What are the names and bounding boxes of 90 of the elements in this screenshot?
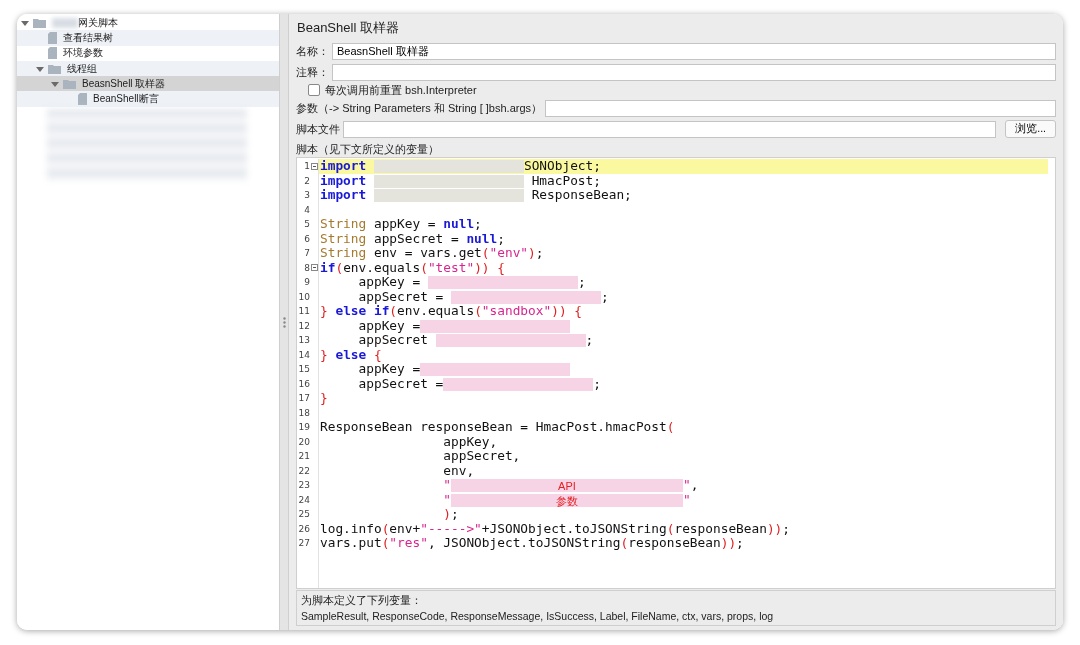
script-label: 脚本（见下文所定义的变量） xyxy=(296,142,440,157)
line-number: 9 xyxy=(304,276,310,289)
tree-item[interactable]: 线程组 xyxy=(17,60,279,77)
checkbox-label: 每次调用前重置 bsh.Interpreter xyxy=(325,82,477,98)
redaction-blur: 参数 xyxy=(451,493,683,507)
document-icon xyxy=(48,31,57,44)
code-line: if(env.equals("test")) { xyxy=(319,260,506,275)
line-number: 1 xyxy=(304,160,310,173)
code-line: appKey, xyxy=(443,434,498,449)
comment-field[interactable] xyxy=(332,63,1056,81)
code-line: String appKey = null; xyxy=(319,217,483,232)
folder-icon xyxy=(48,63,61,74)
script-file-field[interactable] xyxy=(343,120,997,138)
checkbox[interactable] xyxy=(308,84,320,96)
fold-icon[interactable] xyxy=(311,162,318,170)
tree-item[interactable]: 网关脚本 xyxy=(17,15,279,31)
line-number: 19 xyxy=(298,421,310,434)
code-line: appSecret, xyxy=(442,449,522,464)
code-line: ResponseBean responseBean = HmacPost.hmacPost( xyxy=(319,420,676,435)
code-line: " API ", xyxy=(442,478,700,493)
line-number: 22 xyxy=(298,464,310,478)
code-line: ); xyxy=(442,507,460,522)
parameters-field[interactable] xyxy=(545,99,1056,117)
code-line: vars.put("res", JSONObject.toJSONString(responseBean)); xyxy=(319,536,744,551)
line-number: 26 xyxy=(298,522,310,536)
line-number: 11 xyxy=(298,305,310,318)
line-number: 13 xyxy=(298,334,310,347)
code-line: appKey = xyxy=(319,362,1048,377)
tree-item[interactable]: 查看结果树 xyxy=(17,30,279,46)
field-label: 脚本文件 xyxy=(296,121,340,137)
tree-label: BeanShell断言 xyxy=(93,92,159,107)
line-number: 12 xyxy=(298,319,310,333)
document-icon xyxy=(48,47,57,60)
code-line: " 参数 " xyxy=(442,492,692,507)
line-number: 24 xyxy=(298,493,310,507)
code-line: appSecret = ; xyxy=(357,376,602,391)
tree-item[interactable]: BeanShell断言 xyxy=(17,91,279,107)
code-line: env, xyxy=(442,463,475,478)
tree-item[interactable]: BeasnShell 取样器 xyxy=(17,76,279,92)
tree-item[interactable]: 环境参数 xyxy=(17,45,279,61)
line-number: 5 xyxy=(304,218,310,231)
code-line: appKey = ; xyxy=(358,275,587,290)
line-number: 6 xyxy=(304,232,310,246)
line-number: 15 xyxy=(298,363,310,376)
variables-list: SampleResult, ResponseCode, ResponseMessage, IsSuccess, Label, FileName, ctx, vars, props, log xyxy=(301,610,1051,622)
code-line: } else if(env.equals("sandbox")) { xyxy=(319,304,583,319)
code-line: import ResponseBean; xyxy=(319,188,633,203)
browse-button[interactable]: 浏览... xyxy=(1005,120,1056,138)
field-label: 参数（-> String Parameters 和 String [ ]bsh.args） xyxy=(296,100,543,116)
panel-title: BeanShell 取样器 xyxy=(296,19,400,37)
line-number: 21 xyxy=(298,450,310,463)
document-icon xyxy=(78,93,87,106)
line-number: 4 xyxy=(304,203,310,217)
tree-label: BeasnShell 取样器 xyxy=(82,76,166,91)
folder-icon xyxy=(33,17,46,28)
tree-label: 环境参数 xyxy=(63,46,103,61)
line-number: 7 xyxy=(304,247,310,260)
code-line: import HmacPost; xyxy=(319,173,602,188)
tree-label: 查看结果树 xyxy=(63,30,113,45)
code-editor[interactable] xyxy=(296,157,1056,589)
code-line: appKey = xyxy=(319,318,1048,333)
code-line: String appSecret = null; xyxy=(319,231,506,246)
line-number: 2 xyxy=(304,174,310,188)
field-label: 注释： xyxy=(296,64,329,80)
code-line: log.info(env+"----->"+JSONObject.toJSONString(responseBean)); xyxy=(319,521,792,536)
line-number: 3 xyxy=(304,189,310,202)
code-line: } else { xyxy=(319,347,382,362)
line-number: 8 xyxy=(304,261,310,275)
line-number: 16 xyxy=(298,377,310,391)
line-number: 25 xyxy=(298,508,310,521)
code-line: } xyxy=(319,391,329,406)
variables-heading: 为脚本定义了下列变量： xyxy=(301,594,423,608)
splitter-grip-icon[interactable] xyxy=(282,316,286,328)
tree-label: 线程组 xyxy=(67,61,97,76)
line-number: 27 xyxy=(298,537,310,550)
code-line: String env = vars.get("env"); xyxy=(319,246,545,261)
code-line: appSecret = ; xyxy=(357,289,610,304)
line-number: 14 xyxy=(298,348,310,362)
line-number: 10 xyxy=(298,290,310,304)
line-number: 20 xyxy=(298,435,310,449)
code-line: appSecret ; xyxy=(357,333,595,348)
line-number: 18 xyxy=(298,406,310,420)
fold-icon[interactable] xyxy=(311,264,318,272)
field-label: 名称： xyxy=(296,43,329,59)
expand-toggle-icon[interactable] xyxy=(21,18,29,27)
tree-label: 网关脚本 xyxy=(78,15,118,30)
line-number: 17 xyxy=(298,392,310,405)
redaction-blur: API xyxy=(451,479,683,492)
name-field[interactable]: BeasnShell 取样器 xyxy=(332,42,1056,60)
line-number: 23 xyxy=(298,479,310,492)
